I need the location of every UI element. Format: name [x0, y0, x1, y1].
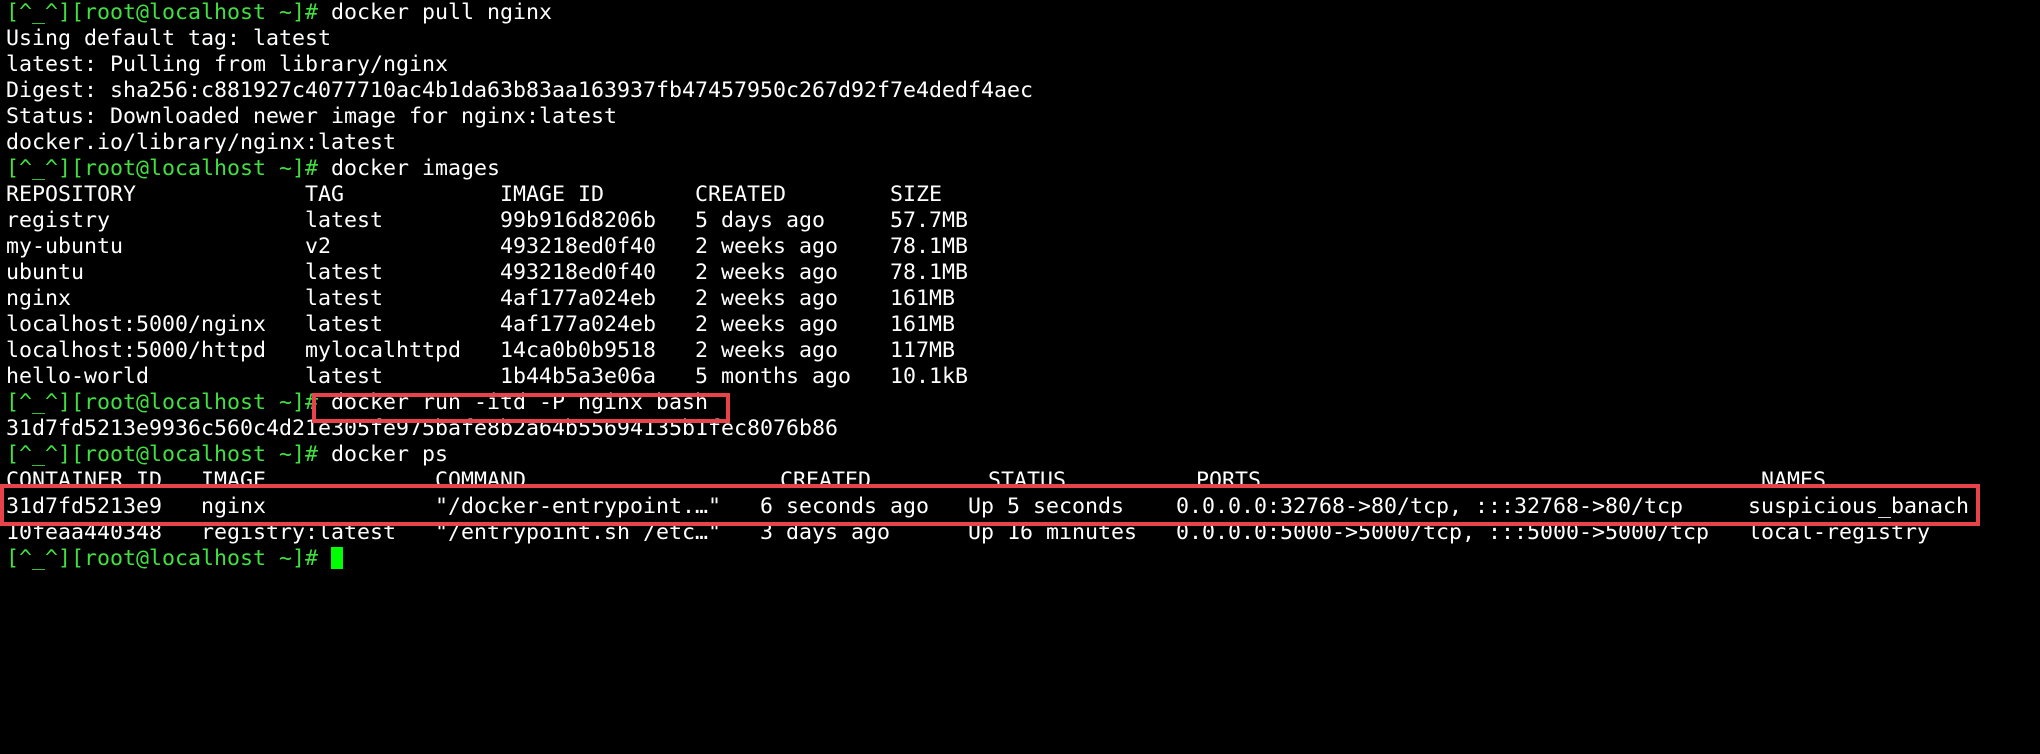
table-cell: 14ca0b0b9518	[500, 338, 657, 363]
table-cell: "/docker-entrypoint.…"	[435, 494, 722, 519]
table-cell: my-ubuntu	[6, 234, 124, 259]
table-cell: Up 5 seconds	[968, 494, 1125, 519]
column-header: IMAGE ID	[500, 182, 605, 207]
images-table-header: REPOSITORY TAG IMAGE ID CREATED SIZE	[6, 182, 2036, 208]
shell-prompt: [^_^][root@localhost ~]#	[6, 546, 319, 571]
table-cell: Up 16 minutes	[968, 520, 1138, 545]
table-cell: 78.1MB	[890, 234, 969, 259]
shell-prompt: [^_^][root@localhost ~]#	[6, 0, 319, 25]
table-cell: nginx	[6, 286, 72, 311]
column-header: CREATED	[780, 468, 872, 493]
table-cell: registry	[6, 208, 111, 233]
table-cell: 6 seconds ago	[760, 494, 930, 519]
table-row: 10feaa440348 registry:latest "/entrypoin…	[6, 520, 2036, 546]
table-cell: 4af177a024eb	[500, 312, 657, 337]
command-text: docker pull nginx	[331, 0, 553, 25]
command-text: docker ps	[331, 442, 449, 467]
table-cell: 10.1kB	[890, 364, 969, 389]
table-row: localhost:5000/httpd mylocalhttpd 14ca0b…	[6, 338, 2036, 364]
prompt-line: [^_^][root@localhost ~]# docker run -itd…	[6, 390, 2036, 416]
table-cell: local-registry	[1748, 520, 1931, 545]
shell-prompt: [^_^][root@localhost ~]#	[6, 390, 319, 415]
table-cell: latest	[305, 208, 384, 233]
table-row: my-ubuntu v2 493218ed0f40 2 weeks ago 78…	[6, 234, 2036, 260]
table-cell: localhost:5000/httpd	[6, 338, 267, 363]
table-cell: 1b44b5a3e06a	[500, 364, 657, 389]
output-line: Status: Downloaded newer image for nginx…	[6, 104, 618, 129]
output-line: latest: Pulling from library/nginx	[6, 52, 449, 77]
prompt-line: [^_^][root@localhost ~]# docker ps	[6, 442, 2036, 468]
ps-table-header: CONTAINER ID IMAGE COMMAND CREATED STATU…	[6, 468, 2036, 494]
table-cell: latest	[305, 286, 384, 311]
table-row: registry latest 99b916d8206b 5 days ago …	[6, 208, 2036, 234]
shell-prompt: [^_^][root@localhost ~]#	[6, 156, 319, 181]
text-cursor[interactable]	[331, 547, 344, 569]
prompt-line: [^_^][root@localhost ~]# docker images	[6, 156, 2036, 182]
output-line: docker.io/library/nginx:latest	[6, 130, 397, 155]
table-cell: 117MB	[890, 338, 956, 363]
column-header: PORTS	[1196, 468, 1262, 493]
output-line: 31d7fd5213e9936c560c4d21e305fe975bafe8b2…	[6, 416, 839, 441]
table-cell: 5 days ago	[695, 208, 826, 233]
table-cell: 78.1MB	[890, 260, 969, 285]
column-header: CREATED	[695, 182, 787, 207]
table-cell: 2 weeks ago	[695, 286, 839, 311]
table-cell: 161MB	[890, 286, 956, 311]
table-cell: ubuntu	[6, 260, 85, 285]
table-cell: 10feaa440348	[6, 520, 163, 545]
table-cell: nginx	[201, 494, 267, 519]
column-header: STATUS	[988, 468, 1067, 493]
table-cell: hello-world	[6, 364, 150, 389]
column-header: TAG	[305, 182, 345, 207]
table-row: ubuntu latest 493218ed0f40 2 weeks ago 7…	[6, 260, 2036, 286]
table-cell: registry:latest	[201, 520, 397, 545]
table-row: hello-world latest 1b44b5a3e06a 5 months…	[6, 364, 2036, 390]
table-cell: v2	[305, 234, 332, 259]
table-cell: 4af177a024eb	[500, 286, 657, 311]
command-text: docker run -itd -P nginx bash	[331, 390, 709, 415]
table-cell: "/entrypoint.sh /etc…"	[435, 520, 722, 545]
table-cell: 3 days ago	[760, 520, 891, 545]
column-header: IMAGE	[201, 468, 267, 493]
table-cell: 2 weeks ago	[695, 234, 839, 259]
column-header: COMMAND	[435, 468, 527, 493]
column-header: REPOSITORY	[6, 182, 137, 207]
shell-prompt: [^_^][root@localhost ~]#	[6, 442, 319, 467]
table-cell: 493218ed0f40	[500, 260, 657, 285]
output-line: Digest: sha256:c881927c4077710ac4b1da63b…	[6, 78, 1034, 103]
table-cell: 5 months ago	[695, 364, 852, 389]
table-cell: 2 weeks ago	[695, 312, 839, 337]
table-cell: 0.0.0.0:32768->80/tcp, :::32768->80/tcp	[1176, 494, 1684, 519]
column-header: CONTAINER ID	[6, 468, 163, 493]
table-cell: 99b916d8206b	[500, 208, 657, 233]
table-row: localhost:5000/nginx latest 4af177a024eb…	[6, 312, 2036, 338]
command-text: docker images	[331, 156, 501, 181]
column-header: SIZE	[890, 182, 943, 207]
table-cell: 57.7MB	[890, 208, 969, 233]
table-cell: 0.0.0.0:5000->5000/tcp, :::5000->5000/tc…	[1176, 520, 1710, 545]
prompt-line[interactable]: [^_^][root@localhost ~]#	[6, 546, 2036, 572]
table-cell: 2 weeks ago	[695, 260, 839, 285]
column-header: NAMES	[1761, 468, 1827, 493]
table-cell: suspicious_banach	[1748, 494, 1970, 519]
table-cell: 2 weeks ago	[695, 338, 839, 363]
table-cell: latest	[305, 312, 384, 337]
table-cell: localhost:5000/nginx	[6, 312, 267, 337]
table-cell: mylocalhttpd	[305, 338, 462, 363]
prompt-line: [^_^][root@localhost ~]# docker pull ngi…	[6, 0, 2036, 26]
table-cell: latest	[305, 364, 384, 389]
table-cell: 31d7fd5213e9	[6, 494, 163, 519]
table-cell: 161MB	[890, 312, 956, 337]
table-row: nginx latest 4af177a024eb 2 weeks ago 16…	[6, 286, 2036, 312]
output-line: Using default tag: latest	[6, 26, 332, 51]
table-row: 31d7fd5213e9 nginx "/docker-entrypoint.……	[6, 494, 2036, 520]
terminal-window[interactable]: [^_^][root@localhost ~]# docker pull ngi…	[6, 0, 2036, 572]
table-cell: latest	[305, 260, 384, 285]
table-cell: 493218ed0f40	[500, 234, 657, 259]
